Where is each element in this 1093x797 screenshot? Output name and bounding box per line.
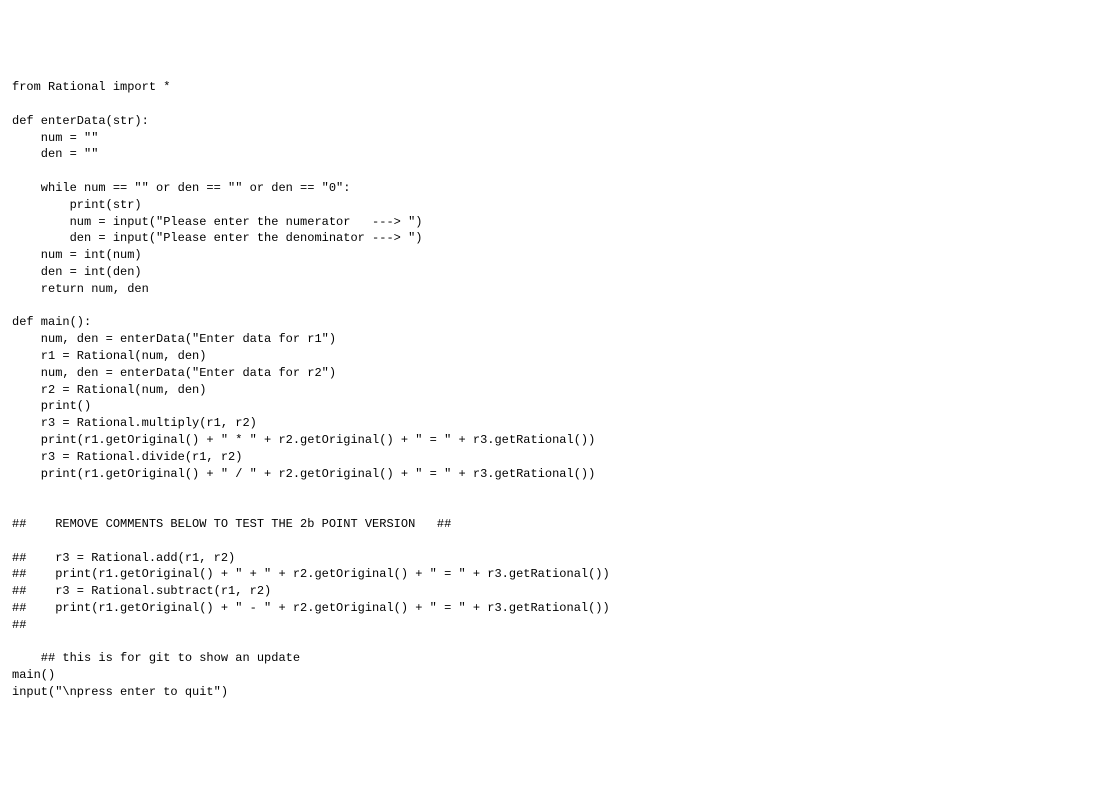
code-line: den = "" [12, 146, 1081, 163]
code-line [12, 298, 1081, 315]
code-line: r2 = Rational(num, den) [12, 382, 1081, 399]
code-line: ## this is for git to show an update [12, 650, 1081, 667]
code-line: def enterData(str): [12, 113, 1081, 130]
code-line [12, 533, 1081, 550]
code-line: print(r1.getOriginal() + " / " + r2.getO… [12, 466, 1081, 483]
code-line: ## print(r1.getOriginal() + " + " + r2.g… [12, 566, 1081, 583]
code-line [12, 633, 1081, 650]
code-line: den = input("Please enter the denominato… [12, 230, 1081, 247]
code-line: num = int(num) [12, 247, 1081, 264]
code-line: ## print(r1.getOriginal() + " - " + r2.g… [12, 600, 1081, 617]
code-line: r3 = Rational.divide(r1, r2) [12, 449, 1081, 466]
code-line: from Rational import * [12, 79, 1081, 96]
code-line: print() [12, 398, 1081, 415]
code-block: from Rational import * def enterData(str… [12, 79, 1081, 700]
code-line [12, 96, 1081, 113]
code-line: num = "" [12, 130, 1081, 147]
code-line: input("\npress enter to quit") [12, 684, 1081, 701]
code-line: r3 = Rational.multiply(r1, r2) [12, 415, 1081, 432]
code-line: def main(): [12, 314, 1081, 331]
code-line [12, 482, 1081, 499]
code-line: ## r3 = Rational.add(r1, r2) [12, 550, 1081, 567]
code-line: num = input("Please enter the numerator … [12, 214, 1081, 231]
code-line: return num, den [12, 281, 1081, 298]
code-line: num, den = enterData("Enter data for r2"… [12, 365, 1081, 382]
code-line [12, 163, 1081, 180]
code-line [12, 499, 1081, 516]
code-line: while num == "" or den == "" or den == "… [12, 180, 1081, 197]
code-line: num, den = enterData("Enter data for r1"… [12, 331, 1081, 348]
code-line: print(r1.getOriginal() + " * " + r2.getO… [12, 432, 1081, 449]
code-line: r1 = Rational(num, den) [12, 348, 1081, 365]
code-line: ## [12, 617, 1081, 634]
code-line: ## r3 = Rational.subtract(r1, r2) [12, 583, 1081, 600]
code-line: ## REMOVE COMMENTS BELOW TO TEST THE 2b … [12, 516, 1081, 533]
code-line: den = int(den) [12, 264, 1081, 281]
code-line: main() [12, 667, 1081, 684]
code-line: print(str) [12, 197, 1081, 214]
